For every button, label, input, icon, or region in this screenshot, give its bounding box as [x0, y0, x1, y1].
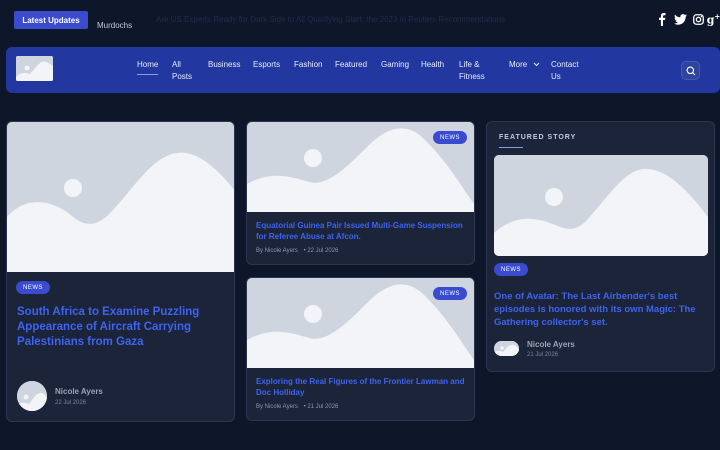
category-badge[interactable]: NEWS: [494, 263, 528, 276]
section-heading: FEATURED STORY: [499, 134, 577, 141]
author-name[interactable]: Nicole Ayers: [527, 340, 575, 349]
nav-more[interactable]: More: [509, 59, 540, 71]
article-date: 21 Jul 2026: [527, 352, 559, 358]
section-underline: [499, 147, 523, 148]
nav-fashion[interactable]: Fashion: [294, 59, 322, 71]
byline: By Nicole Ayers • 22 Jul 2026: [256, 248, 338, 254]
latest-updates-button[interactable]: Latest Updates: [14, 11, 88, 29]
featured-story-card[interactable]: FEATURED STORY NEWS One of Avatar: The L…: [486, 121, 715, 372]
ticker-source[interactable]: Murdochs: [97, 21, 132, 30]
main-article-card[interactable]: NEWS South Africa to Examine Puzzling Ap…: [6, 121, 235, 422]
nav-more-label: More: [509, 60, 528, 69]
chevron-down-icon: [534, 63, 540, 67]
instagram-icon[interactable]: [692, 12, 704, 26]
nav-all-posts[interactable]: All Posts: [172, 59, 200, 83]
avatar[interactable]: [17, 381, 47, 411]
author-name[interactable]: Nicole Ayers: [55, 387, 103, 396]
nav-featured[interactable]: Featured: [335, 59, 367, 71]
main-article-image: [7, 122, 234, 272]
nav-gaming[interactable]: Gaming: [381, 59, 409, 71]
top-bar: Latest Updates Murdochs Are US Experts R…: [0, 0, 720, 42]
author-name[interactable]: By Nicole Ayers: [256, 248, 298, 254]
main-navbar: Home All Posts Business Esports Fashion …: [6, 47, 720, 93]
byline: By Nicole Ayers • 21 Jul 2026: [256, 404, 338, 410]
nav-business[interactable]: Business: [208, 59, 240, 71]
twitter-icon[interactable]: [673, 12, 687, 26]
category-badge[interactable]: NEWS: [16, 281, 50, 294]
article-card-equatorial[interactable]: NEWS Equatorial Guinea Pair Issued Multi…: [246, 121, 475, 265]
category-badge[interactable]: NEWS: [433, 131, 467, 144]
nav-home[interactable]: Home: [137, 59, 159, 75]
article-date: 22 Jul 2026: [55, 400, 87, 406]
author-name[interactable]: By Nicole Ayers: [256, 404, 298, 410]
category-badge[interactable]: NEWS: [433, 287, 467, 300]
article-date: • 21 Jul 2026: [303, 404, 339, 410]
nav-esports[interactable]: Esports: [253, 59, 280, 71]
site-logo[interactable]: [16, 56, 53, 81]
article-card-frontier[interactable]: NEWS Exploring the Real Figures of the F…: [246, 277, 475, 421]
article-title[interactable]: South Africa to Examine Puzzling Appeara…: [17, 305, 227, 350]
nav-contact-us[interactable]: Contact Us: [551, 59, 585, 83]
avatar[interactable]: [494, 341, 519, 356]
nav-life-fitness[interactable]: Life & Fitness: [459, 59, 491, 83]
ticker-headline[interactable]: Are US Experts Ready for Dark Side to Al…: [156, 15, 505, 24]
search-icon: [686, 66, 695, 75]
search-button[interactable]: [681, 61, 700, 80]
article-title[interactable]: Equatorial Guinea Pair Issued Multi-Game…: [256, 221, 466, 242]
article-date: • 22 Jul 2026: [303, 248, 339, 254]
featured-image: [494, 155, 708, 256]
article-title[interactable]: Exploring the Real Figures of the Fronti…: [256, 377, 466, 398]
google-plus-icon[interactable]: g+: [707, 12, 720, 27]
facebook-icon[interactable]: [656, 12, 668, 26]
nav-health[interactable]: Health: [421, 59, 444, 71]
article-title[interactable]: One of Avatar: The Last Airbender's best…: [494, 290, 710, 329]
